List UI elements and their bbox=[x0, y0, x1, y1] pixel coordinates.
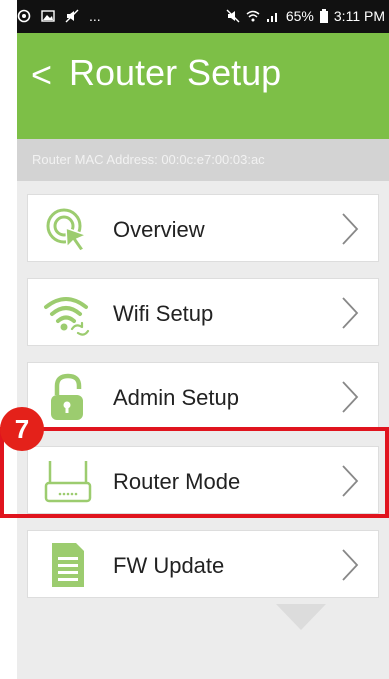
menu-item-label: FW Update bbox=[113, 553, 225, 578]
overview-icon bbox=[46, 208, 89, 252]
menu-item-label: Overview bbox=[113, 217, 205, 242]
image-notification-icon bbox=[41, 10, 55, 22]
cell-signal-icon bbox=[266, 13, 277, 22]
phone-screen: ... 65% 3:11 PM < Router Setup Router MA… bbox=[17, 0, 389, 679]
chevron-right-icon bbox=[342, 381, 359, 413]
muted-notification-icon bbox=[65, 9, 79, 23]
status-bar: ... 65% 3:11 PM bbox=[17, 0, 389, 33]
wifi-signal-icon bbox=[246, 10, 260, 22]
background-decoration bbox=[276, 604, 326, 630]
menu-item-fw-update[interactable]: FW Update bbox=[27, 530, 379, 598]
chevron-right-icon bbox=[342, 549, 359, 581]
menu-item-admin-setup[interactable]: Admin Setup bbox=[27, 362, 379, 430]
chevron-right-icon bbox=[342, 297, 359, 329]
back-button[interactable]: < bbox=[31, 55, 52, 95]
menu-item-wifi-setup[interactable]: Wifi Setup bbox=[27, 278, 379, 346]
document-icon bbox=[52, 543, 84, 587]
wifi-icon bbox=[44, 297, 90, 336]
menu-item-label: Wifi Setup bbox=[113, 301, 214, 326]
step-badge: 7 bbox=[0, 407, 44, 451]
mac-address-bar: Router MAC Address: 00:0c:e7:00:03:ac bbox=[17, 139, 389, 181]
battery-percent: 65% bbox=[285, 8, 314, 24]
menu-item-overview[interactable]: Overview bbox=[27, 194, 379, 262]
chevron-right-icon bbox=[342, 213, 359, 245]
annotation-highlight-box bbox=[0, 427, 389, 518]
lock-icon bbox=[51, 373, 83, 420]
app-header: < Router Setup bbox=[17, 33, 389, 139]
battery-icon bbox=[319, 9, 328, 23]
clock: 3:11 PM bbox=[333, 8, 385, 24]
mute-icon bbox=[226, 9, 240, 23]
menu-item-label: Admin Setup bbox=[113, 385, 239, 410]
app-notification-icon bbox=[17, 9, 31, 23]
status-overflow: ... bbox=[89, 8, 101, 24]
page-title: Router Setup bbox=[69, 52, 282, 93]
